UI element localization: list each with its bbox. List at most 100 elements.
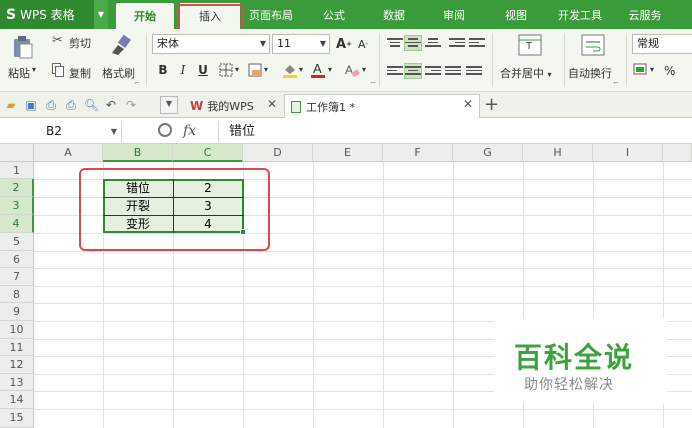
justify-icon[interactable] <box>445 64 461 78</box>
save-icon[interactable]: ▣ <box>24 98 38 112</box>
row-header-3[interactable]: 3 <box>0 197 34 215</box>
column-header-c[interactable]: C <box>173 144 243 162</box>
cell-style-icon[interactable] <box>248 63 262 77</box>
paste-label[interactable]: 粘贴 <box>8 65 30 81</box>
align-right-icon[interactable] <box>425 64 441 78</box>
chevron-down-icon[interactable]: ▾ <box>650 65 654 74</box>
wrap-text-button[interactable]: 自动换行 <box>568 65 612 81</box>
fill-color-icon[interactable] <box>282 62 298 78</box>
tab-workbook1[interactable]: 工作簿1 * <box>284 94 480 118</box>
column-header-h[interactable]: H <box>523 144 593 162</box>
open-folder-icon[interactable]: ▰ <box>4 98 18 112</box>
number-format-select[interactable]: 常规 <box>632 34 692 54</box>
row-header-15[interactable]: 15 <box>0 409 34 428</box>
font-name-select[interactable]: 宋体 ▼ <box>152 34 270 54</box>
format-painter-button[interactable]: 格式刷 <box>102 65 135 81</box>
tab-view[interactable]: 视图 <box>494 0 538 29</box>
dialog-launcher-icon[interactable]: ⌐ <box>134 79 140 87</box>
chevron-down-icon[interactable]: ▾ <box>235 65 239 74</box>
print-preview-icon[interactable]: ⎙ <box>44 98 58 112</box>
borders-icon[interactable] <box>219 63 233 77</box>
copy-button[interactable]: 复制 <box>69 65 91 81</box>
chevron-down-icon[interactable]: ▾ <box>362 65 366 74</box>
column-header-j[interactable] <box>663 144 692 162</box>
row-header-13[interactable]: 13 <box>0 373 34 392</box>
chevron-down-icon[interactable]: ▾ <box>328 65 332 74</box>
tab-data[interactable]: 数据 <box>372 0 416 29</box>
zoom-icon[interactable] <box>158 123 172 137</box>
close-icon[interactable]: ✕ <box>267 97 277 111</box>
chevron-down-icon[interactable]: ▼ <box>94 0 108 29</box>
underline-button[interactable]: U <box>194 61 212 79</box>
percent-button[interactable]: % <box>664 64 675 78</box>
new-tab-plus-icon[interactable]: + <box>484 94 499 115</box>
grow-font-button[interactable]: A + <box>335 35 353 53</box>
column-header-e[interactable]: E <box>313 144 383 162</box>
wrap-text-icon[interactable] <box>581 34 605 56</box>
row-header-5[interactable]: 5 <box>0 233 34 251</box>
tab-formulas[interactable]: 公式 <box>312 0 356 29</box>
row-header-11[interactable]: 11 <box>0 338 34 357</box>
spreadsheet-grid[interactable]: A B C D E F G H I 1 2 3 4 5 6 7 8 9 10 1… <box>0 144 692 428</box>
chevron-down-icon[interactable]: ▾ <box>264 65 268 74</box>
column-header-a[interactable]: A <box>34 144 103 162</box>
tab-developer[interactable]: 开发工具 <box>552 0 608 29</box>
row-header-9[interactable]: 9 <box>0 303 34 321</box>
font-size-select[interactable]: 11 ▼ <box>272 34 330 54</box>
clear-format-icon[interactable]: A <box>344 62 360 78</box>
dialog-launcher-icon[interactable]: ⌐ <box>370 79 376 87</box>
formula-input[interactable]: 错位 <box>218 121 692 142</box>
cut-button[interactable]: 剪切 <box>69 35 91 51</box>
fx-icon[interactable]: fx <box>183 123 196 139</box>
font-color-icon[interactable]: A <box>310 61 326 79</box>
name-box[interactable]: B2 ▼ <box>0 121 122 142</box>
chevron-down-icon[interactable]: ▾ <box>32 65 36 74</box>
distributed-icon[interactable] <box>466 64 482 78</box>
row-header-6[interactable]: 6 <box>0 250 34 269</box>
row-header-10[interactable]: 10 <box>0 321 34 339</box>
select-all-corner[interactable] <box>0 144 34 162</box>
dialog-launcher-icon[interactable]: ⌐ <box>613 79 619 87</box>
row-header-2[interactable]: 2 <box>0 179 34 197</box>
column-header-b[interactable]: B <box>103 144 173 162</box>
decrease-indent-icon[interactable] <box>449 36 465 50</box>
align-left-icon[interactable] <box>387 64 403 78</box>
row-header-8[interactable]: 8 <box>0 285 34 304</box>
shrink-font-button[interactable]: A- <box>354 35 372 53</box>
redo-icon[interactable]: ↷ <box>124 98 138 112</box>
app-menu-button[interactable]: S WPS 表格 ▼ <box>0 0 108 29</box>
align-bottom-icon[interactable] <box>425 36 441 50</box>
align-middle-icon[interactable] <box>404 35 422 51</box>
align-center-icon[interactable] <box>404 63 422 79</box>
column-header-i[interactable]: I <box>593 144 663 162</box>
close-icon[interactable]: ✕ <box>463 97 473 111</box>
row-header-14[interactable]: 14 <box>0 391 34 409</box>
scissors-icon[interactable]: ✂ <box>52 34 66 48</box>
column-header-d[interactable]: D <box>243 144 313 162</box>
row-header-4[interactable]: 4 <box>0 215 34 233</box>
undo-icon[interactable]: ↶ <box>104 98 118 112</box>
chevron-down-icon[interactable]: ▾ <box>299 65 303 74</box>
column-header-g[interactable]: G <box>453 144 523 162</box>
currency-icon[interactable] <box>633 63 647 77</box>
italic-button[interactable]: I <box>174 61 192 79</box>
merge-center-icon[interactable]: T <box>518 34 542 56</box>
paste-icon[interactable] <box>12 35 34 59</box>
copy-icon[interactable] <box>52 63 64 77</box>
customize-toolbar-icon[interactable]: ▼ <box>160 96 178 114</box>
format-painter-icon[interactable] <box>108 33 132 57</box>
merge-center-button[interactable]: 合并居中 ▾ <box>500 65 552 81</box>
row-header-12[interactable]: 12 <box>0 356 34 374</box>
align-top-icon[interactable] <box>387 36 403 50</box>
tab-review[interactable]: 审阅 <box>432 0 476 29</box>
preview-icon[interactable]: 🔍︎ <box>84 98 99 112</box>
tab-home[interactable]: 开始 <box>116 3 174 29</box>
tab-cloud[interactable]: 云服务 <box>620 0 670 29</box>
increase-indent-icon[interactable] <box>469 36 485 50</box>
row-header-1[interactable]: 1 <box>0 162 34 179</box>
column-header-f[interactable]: F <box>383 144 453 162</box>
tab-page-layout[interactable]: 页面布局 <box>244 0 298 29</box>
print-icon[interactable]: ⎙ <box>64 98 78 112</box>
bold-button[interactable]: B <box>154 61 172 79</box>
row-header-7[interactable]: 7 <box>0 268 34 286</box>
